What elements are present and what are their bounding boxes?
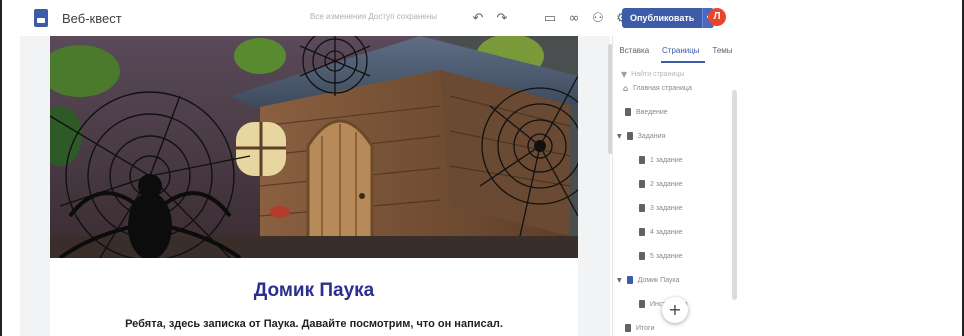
list-item[interactable]: Итоги [625, 324, 655, 332]
page-label: 3 задание [650, 204, 683, 212]
publish-button[interactable]: Опубликовать [622, 8, 703, 28]
tab-pages[interactable]: Страницы [662, 46, 700, 55]
list-item[interactable]: ▼ Домик Паука [617, 276, 680, 284]
list-item[interactable]: 1 задание [639, 156, 683, 164]
sites-logo-icon [34, 9, 48, 27]
redo-icon[interactable]: ↷ [490, 8, 514, 28]
active-tab-indicator [661, 61, 705, 63]
page-label: Итоги [636, 324, 655, 332]
page-search-placeholder: Найти страницы [631, 71, 685, 78]
page-icon [625, 108, 631, 116]
site-title[interactable]: Веб-квест [62, 11, 122, 26]
share-icon[interactable]: ⚇ [586, 8, 610, 28]
save-status: Все изменения Доступ сохранены [310, 12, 438, 21]
page-label: Домик Паука [637, 276, 680, 284]
expand-caret-icon[interactable]: ▼ [617, 133, 622, 140]
publish-group: Опубликовать ▾ [622, 8, 715, 28]
page-preview: Домик Паука Ребята, здесь записка от Пау… [50, 36, 578, 336]
page-label: Главная страница [633, 85, 692, 92]
home-icon: ⌂ [623, 84, 629, 93]
panel-tabs: Вставка Страницы Темы [613, 36, 739, 64]
panel-scrollbar[interactable] [732, 90, 737, 300]
filter-icon: ▼ [621, 70, 628, 79]
page-icon [626, 276, 633, 284]
list-item[interactable]: 3 задание [639, 204, 683, 212]
page-icon [639, 204, 645, 212]
expand-caret-icon[interactable]: ▼ [617, 277, 622, 284]
tab-insert[interactable]: Вставка [619, 46, 649, 55]
page-text[interactable]: Ребята, здесь записка от Паука. Давайте … [50, 318, 578, 330]
preview-icon[interactable]: ▭ [538, 8, 562, 28]
page-icon [639, 252, 645, 260]
page-heading[interactable]: Домик Паука [50, 280, 578, 302]
page-icon [639, 228, 645, 236]
page-label: 1 задание [650, 156, 683, 164]
page-search[interactable]: ▼ Найти страницы [621, 70, 684, 79]
side-panel: Вставка Страницы Темы ▼ Найти страницы ⌂… [612, 36, 738, 336]
top-bar: Веб-квест Все изменения Доступ сохранены… [20, 0, 944, 36]
add-page-button[interactable]: + [662, 297, 688, 323]
page-label: 5 задание [650, 252, 683, 260]
hero-image[interactable] [50, 36, 578, 258]
page-icon [639, 156, 645, 164]
list-item[interactable]: 4 задание [639, 228, 683, 236]
undo-icon[interactable]: ↶ [466, 8, 490, 28]
page-label: Задания [637, 132, 666, 140]
page-label: Введение [636, 108, 668, 116]
page-icon [639, 300, 645, 308]
list-item[interactable]: ⌂ Главная страница [623, 84, 692, 93]
list-item[interactable]: 2 задание [639, 180, 683, 188]
page-icon [625, 324, 631, 332]
plus-icon: + [668, 300, 682, 319]
tab-themes[interactable]: Темы [712, 46, 732, 55]
list-item[interactable]: 5 задание [639, 252, 683, 260]
list-item[interactable]: Введение [625, 108, 668, 116]
avatar[interactable]: Л [708, 8, 726, 26]
link-icon[interactable]: ∞ [562, 8, 586, 28]
page-label: 2 задание [650, 180, 683, 188]
page-icon [626, 132, 633, 140]
page-icon [639, 180, 645, 188]
list-item[interactable]: ▼ Задания [617, 132, 665, 140]
page-label: 4 задание [650, 228, 683, 236]
